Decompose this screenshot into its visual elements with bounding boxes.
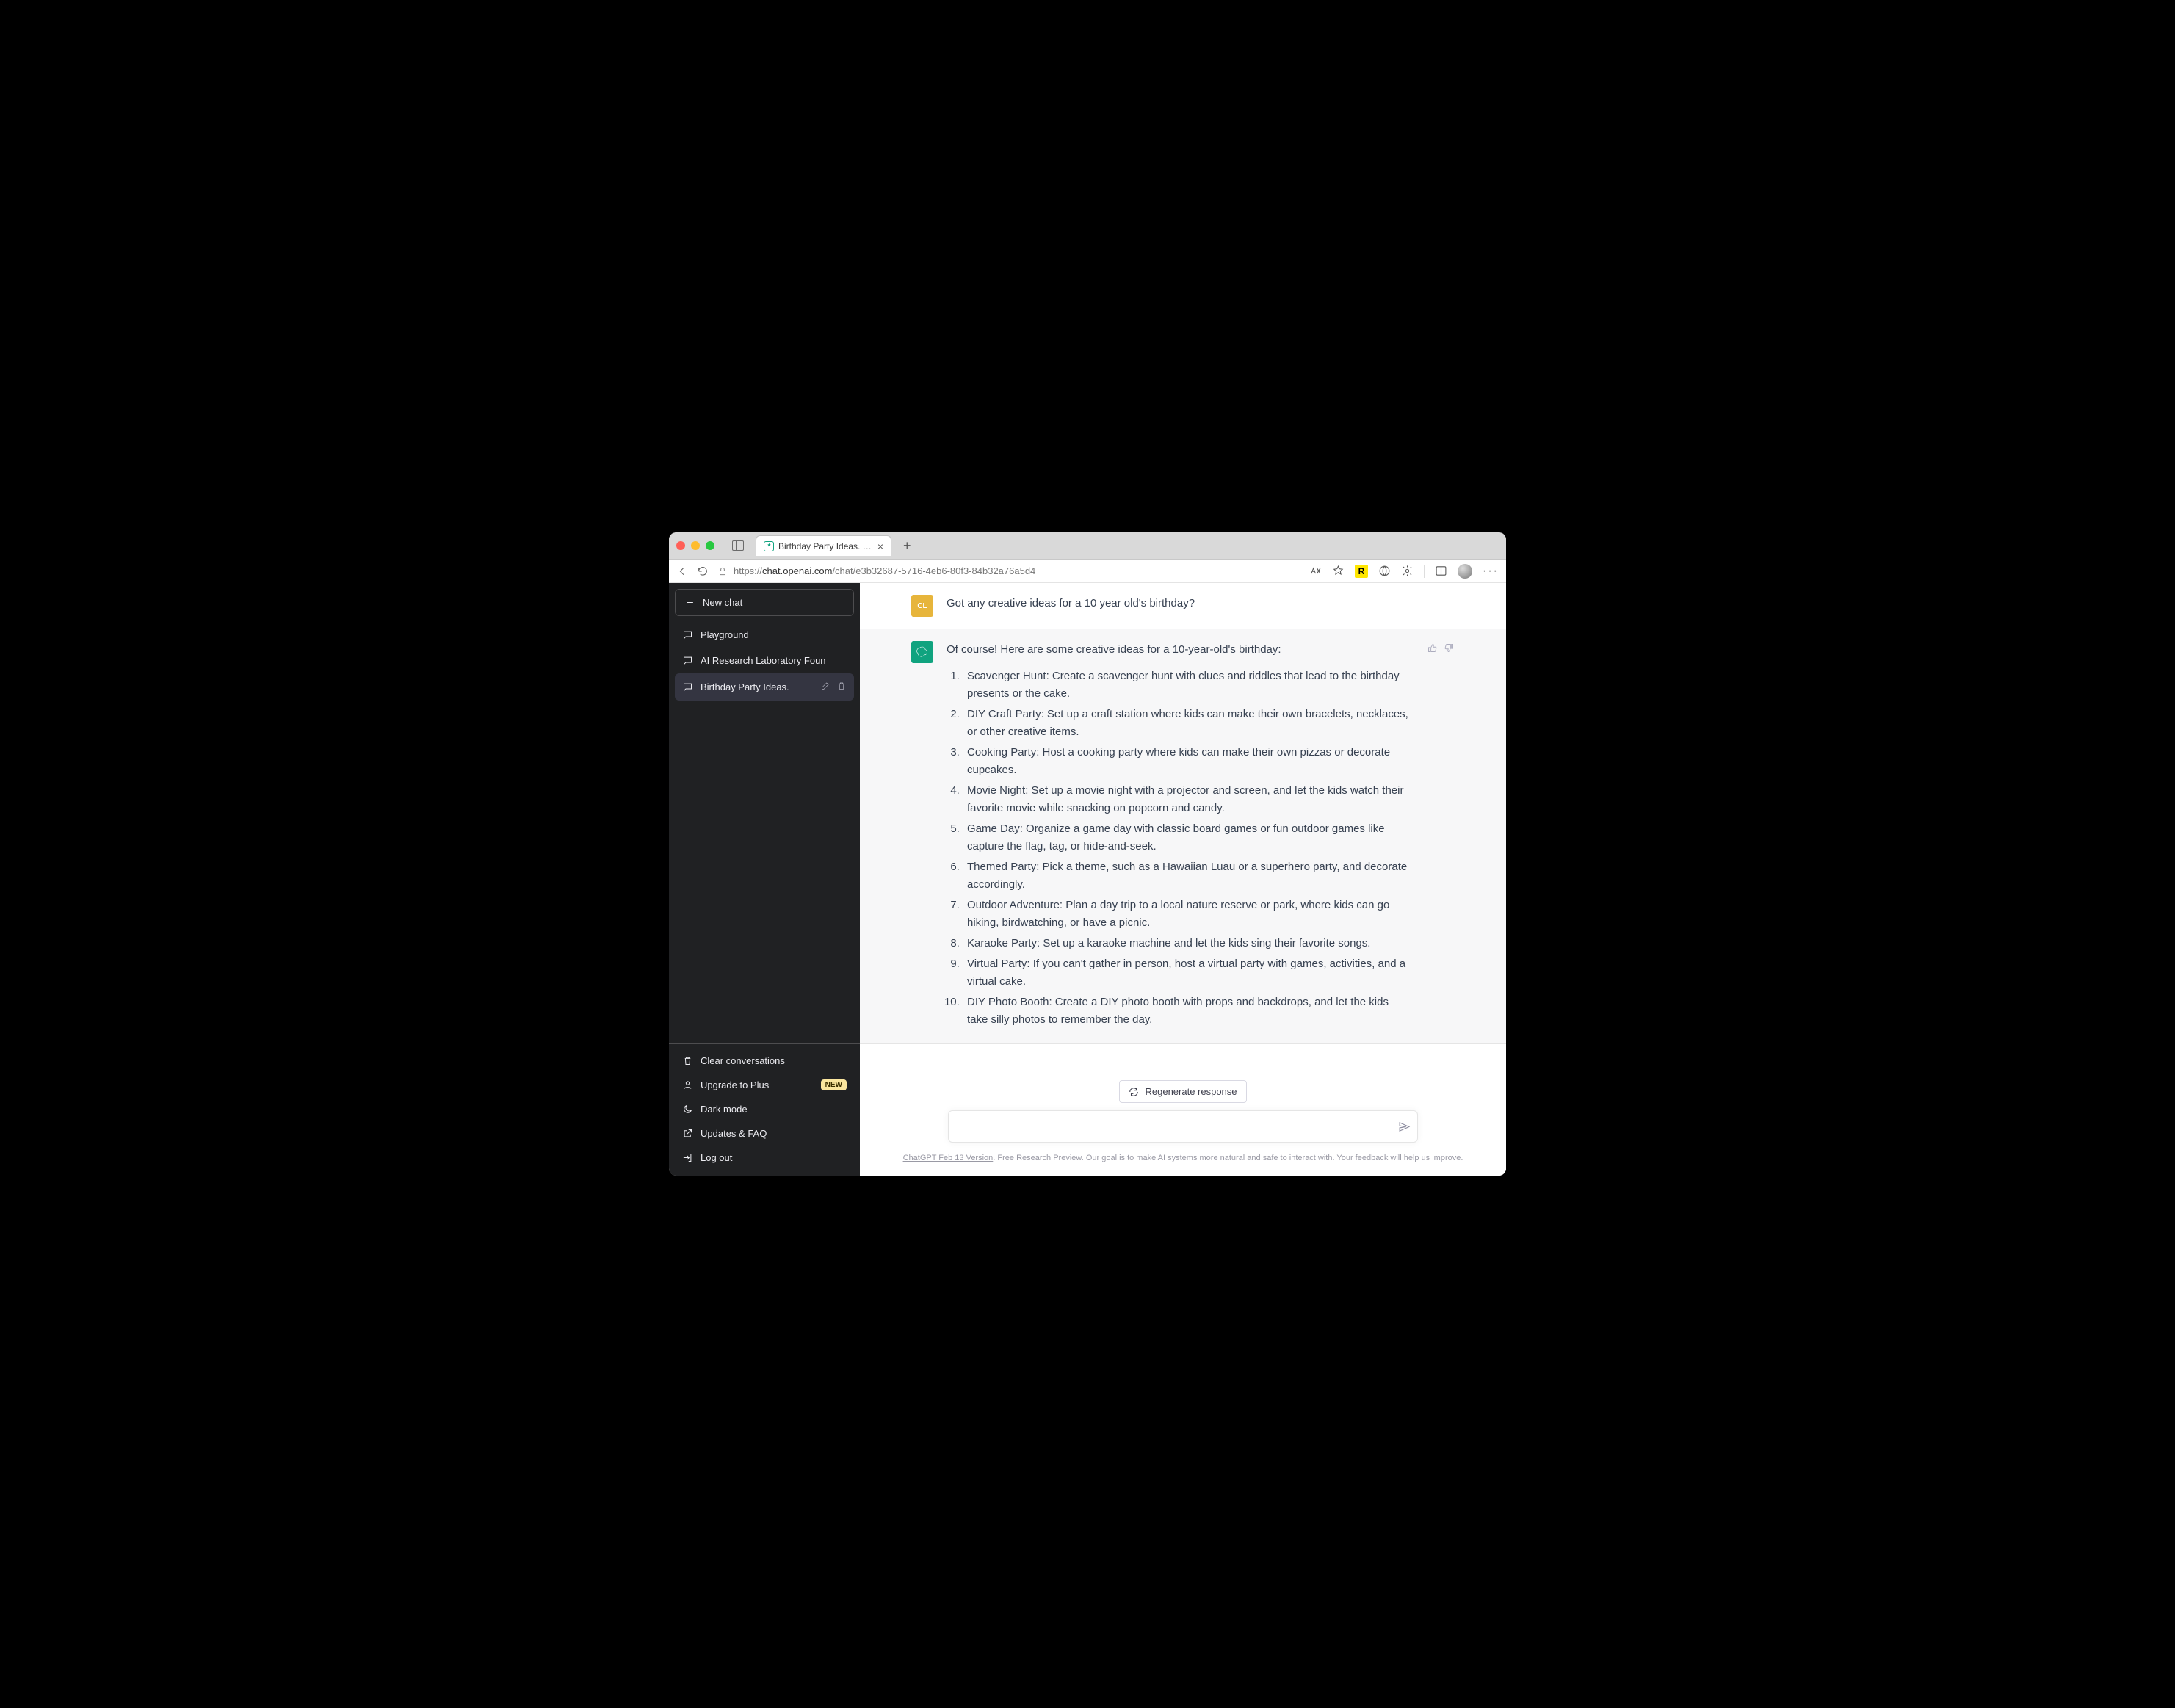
sidebar: New chat Playground AI Research Laborato…	[669, 583, 860, 1176]
regenerate-label: Regenerate response	[1145, 1086, 1237, 1097]
split-screen-icon[interactable]	[1435, 565, 1447, 577]
sidebar-item-birthday[interactable]: Birthday Party Ideas.	[675, 673, 854, 701]
favorite-icon[interactable]	[1332, 565, 1345, 577]
feedback-buttons	[1427, 643, 1455, 657]
footer-text: . Free Research Preview. Our goal is to …	[993, 1154, 1463, 1162]
faq-label: Updates & FAQ	[701, 1128, 767, 1139]
logout-button[interactable]: Log out	[675, 1146, 854, 1170]
maximize-window-icon[interactable]	[706, 541, 714, 550]
user-avatar-icon: CL	[911, 595, 933, 617]
chat-icon	[682, 629, 693, 640]
url-domain: chat.openai.com	[762, 565, 832, 576]
chat-main: CL Got any creative ideas for a 10 year …	[860, 583, 1506, 1176]
assistant-message: Of course! Here are some creative ideas …	[860, 629, 1506, 1044]
extension-globe-icon[interactable]	[1378, 565, 1391, 577]
footer-version-link[interactable]: ChatGPT Feb 13 Version	[903, 1154, 994, 1162]
titlebar: Birthday Party Ideas. - https:// × +	[669, 532, 1506, 560]
profile-avatar-icon[interactable]	[1458, 564, 1472, 579]
assistant-avatar-icon	[911, 641, 933, 663]
dark-mode-label: Dark mode	[701, 1104, 748, 1115]
clear-label: Clear conversations	[701, 1055, 785, 1066]
list-item: Outdoor Adventure: Plan a day trip to a …	[963, 897, 1411, 932]
extension-r-icon[interactable]: R	[1355, 565, 1368, 578]
edit-icon[interactable]	[820, 681, 830, 693]
content-area: New chat Playground AI Research Laborato…	[669, 583, 1506, 1176]
sidebar-toggle-icon[interactable]	[732, 540, 744, 551]
list-item: Scavenger Hunt: Create a scavenger hunt …	[963, 667, 1411, 703]
conversation-list: Playground AI Research Laboratory Foun B…	[669, 622, 860, 1043]
refresh-icon[interactable]	[697, 565, 709, 577]
url-bar: https://chat.openai.com/chat/e3b32687-57…	[669, 560, 1506, 583]
updates-faq-button[interactable]: Updates & FAQ	[675, 1121, 854, 1146]
send-button[interactable]	[1398, 1121, 1411, 1137]
tab-title: Birthday Party Ideas. - https://	[778, 541, 873, 551]
plus-icon	[684, 597, 695, 608]
footer-note: ChatGPT Feb 13 Version. Free Research Pr…	[860, 1154, 1506, 1162]
upgrade-label: Upgrade to Plus	[701, 1079, 769, 1090]
sidebar-bottom: Clear conversations Upgrade to Plus NEW …	[669, 1043, 860, 1176]
read-aloud-icon[interactable]	[1309, 565, 1322, 577]
sidebar-item-label: AI Research Laboratory Foun	[701, 655, 847, 666]
list-item: Game Day: Organize a game day with class…	[963, 820, 1411, 855]
upgrade-plus-button[interactable]: Upgrade to Plus NEW	[675, 1073, 854, 1097]
thumbs-down-icon[interactable]	[1444, 643, 1455, 657]
regenerate-icon	[1129, 1087, 1139, 1097]
list-item: Karaoke Party: Set up a karaoke machine …	[963, 935, 1411, 952]
thumbs-up-icon[interactable]	[1427, 643, 1438, 657]
new-chat-button[interactable]: New chat	[675, 589, 854, 616]
prompt-input[interactable]	[948, 1110, 1418, 1143]
assistant-intro: Of course! Here are some creative ideas …	[947, 641, 1411, 659]
sidebar-item-playground[interactable]: Playground	[675, 622, 854, 648]
list-item: DIY Photo Booth: Create a DIY photo boot…	[963, 994, 1411, 1029]
browser-window: Birthday Party Ideas. - https:// × + htt…	[669, 532, 1506, 1176]
trash-icon	[682, 1055, 693, 1066]
sidebar-item-label: Playground	[701, 629, 847, 640]
person-icon	[682, 1079, 693, 1090]
dark-mode-button[interactable]: Dark mode	[675, 1097, 854, 1121]
list-item: Movie Night: Set up a movie night with a…	[963, 782, 1411, 817]
assistant-list: Scavenger Hunt: Create a scavenger hunt …	[947, 667, 1411, 1029]
moon-icon	[682, 1104, 693, 1115]
message-list: CL Got any creative ideas for a 10 year …	[860, 583, 1506, 1073]
delete-icon[interactable]	[836, 681, 847, 693]
url-protocol: https://	[734, 565, 762, 576]
minimize-window-icon[interactable]	[691, 541, 700, 550]
assistant-message-body: Of course! Here are some creative ideas …	[947, 641, 1411, 1032]
sidebar-item-label: Birthday Party Ideas.	[701, 681, 813, 692]
logout-icon	[682, 1152, 693, 1163]
lock-icon	[717, 566, 728, 576]
chat-icon	[682, 655, 693, 666]
clear-conversations-button[interactable]: Clear conversations	[675, 1049, 854, 1073]
logout-label: Log out	[701, 1152, 732, 1163]
back-icon[interactable]	[676, 565, 688, 577]
url-path: /chat/e3b32687-5716-4eb6-80f3-84b32a76a5…	[832, 565, 1035, 576]
toolbar-right: R ···	[1309, 564, 1499, 579]
more-menu-icon[interactable]: ···	[1483, 565, 1499, 578]
chat-icon	[682, 681, 693, 692]
browser-tab[interactable]: Birthday Party Ideas. - https:// ×	[756, 535, 891, 556]
url-field[interactable]: https://chat.openai.com/chat/e3b32687-57…	[717, 565, 1300, 576]
new-badge: NEW	[821, 1079, 847, 1090]
user-message: CL Got any creative ideas for a 10 year …	[860, 583, 1506, 629]
tab-favicon-icon	[764, 541, 774, 551]
list-item: DIY Craft Party: Set up a craft station …	[963, 706, 1411, 741]
list-item: Virtual Party: If you can't gather in pe…	[963, 955, 1411, 991]
close-window-icon[interactable]	[676, 541, 685, 550]
list-item: Cooking Party: Host a cooking party wher…	[963, 744, 1411, 779]
external-link-icon	[682, 1128, 693, 1139]
input-area: Regenerate response ChatGPT Feb 13 Versi…	[860, 1073, 1506, 1176]
sidebar-item-ai-research[interactable]: AI Research Laboratory Foun	[675, 648, 854, 673]
regenerate-button[interactable]: Regenerate response	[1119, 1080, 1246, 1103]
tab-close-icon[interactable]: ×	[877, 541, 883, 551]
new-chat-label: New chat	[703, 597, 742, 608]
separator	[1424, 565, 1425, 578]
new-tab-button[interactable]: +	[903, 538, 911, 554]
list-item: Themed Party: Pick a theme, such as a Ha…	[963, 858, 1411, 894]
extension-gear-icon[interactable]	[1401, 565, 1414, 577]
user-message-text: Got any creative ideas for a 10 year old…	[947, 595, 1411, 617]
traffic-lights	[676, 541, 714, 550]
